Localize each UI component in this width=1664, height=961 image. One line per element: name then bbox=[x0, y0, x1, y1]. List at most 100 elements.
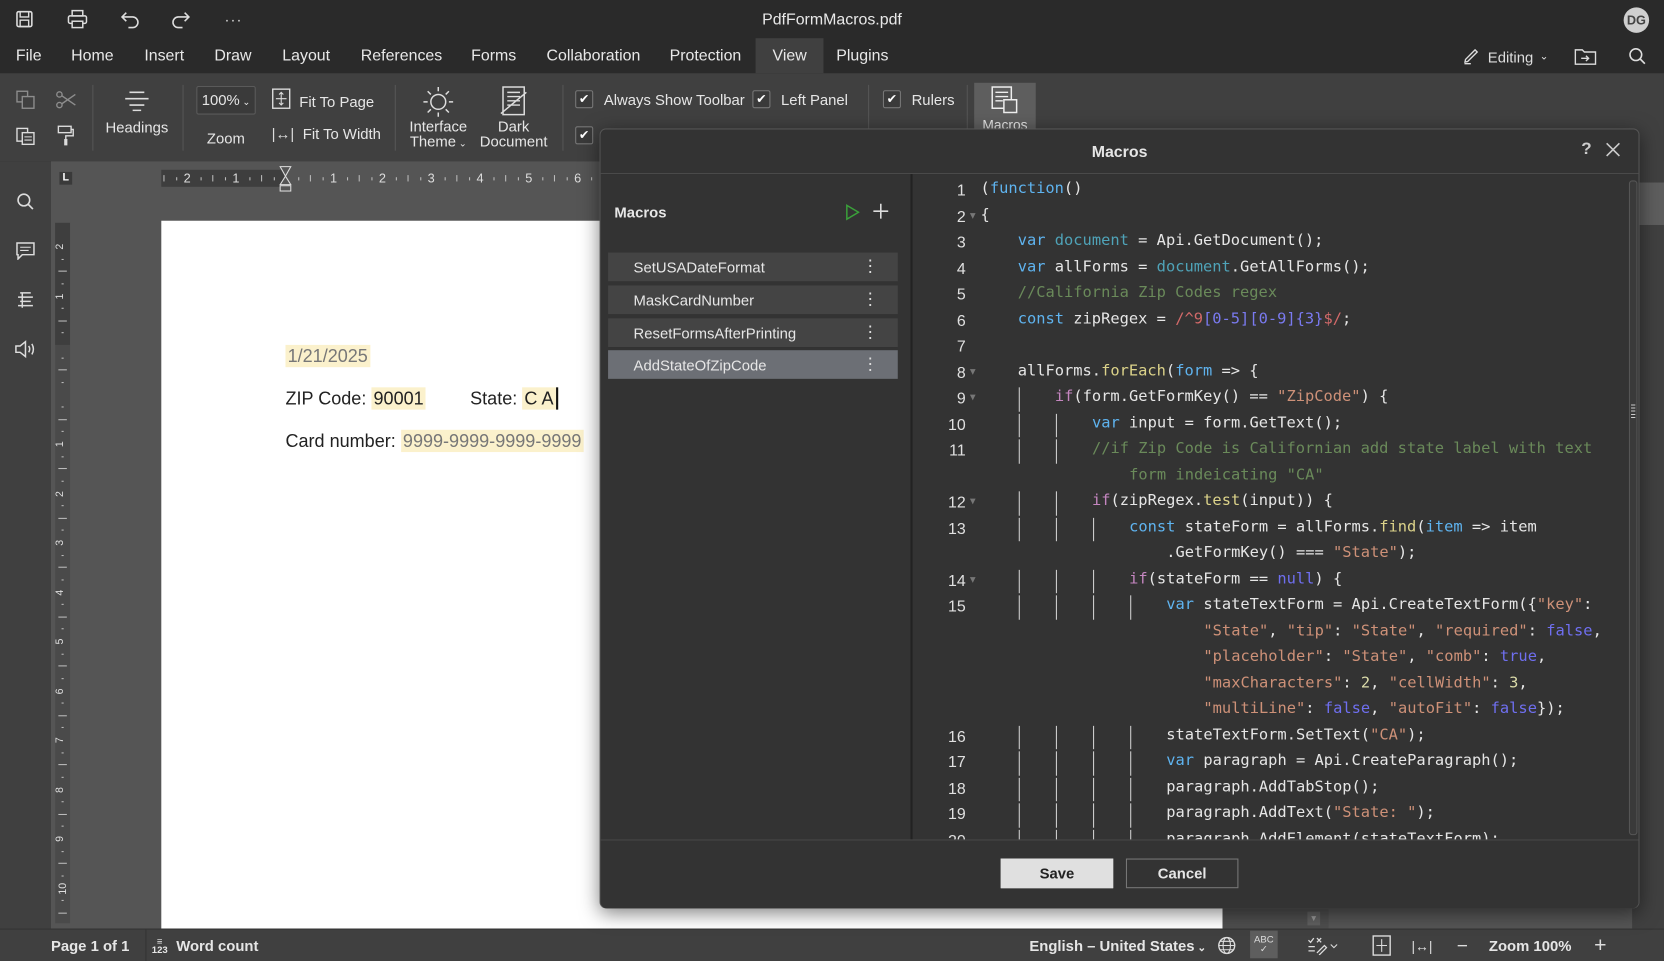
card-number-field[interactable]: 9999-9999-9999-9999 bbox=[400, 429, 584, 453]
code-line[interactable]: 11 //if Zip Code is Californian add state… bbox=[913, 437, 1620, 464]
word-count-button[interactable]: ≡ 123 Word count bbox=[152, 937, 259, 955]
macro-item-maskcardnumber[interactable]: MaskCardNumber ⋮ bbox=[608, 285, 898, 315]
state-field[interactable]: C A bbox=[522, 387, 558, 410]
tab-draw[interactable]: Draw bbox=[198, 38, 267, 73]
dark-document-button[interactable]: Dark Document bbox=[478, 85, 550, 151]
code-line[interactable]: "State", "tip": "State", "required": fal… bbox=[913, 619, 1620, 645]
tab-insert[interactable]: Insert bbox=[128, 38, 200, 73]
format-painter-icon[interactable] bbox=[55, 125, 76, 146]
code-line[interactable]: "placeholder": "State", "comb": true, bbox=[913, 645, 1620, 671]
code-line[interactable]: 4 var allForms = document.GetAllForms(); bbox=[913, 255, 1620, 281]
tab-plugins[interactable]: Plugins bbox=[820, 38, 904, 73]
code-line[interactable]: 2 ▼ { bbox=[913, 203, 1620, 229]
fold-arrow-icon[interactable]: ▼ bbox=[970, 575, 976, 586]
code-line[interactable]: 20 paragraph.AddElement(stateTextForm); bbox=[913, 827, 1620, 840]
code-line[interactable]: 17 var paragraph = Api.CreateParagraph(); bbox=[913, 749, 1620, 776]
more-options-icon[interactable]: ⋮ bbox=[862, 322, 879, 343]
code-line[interactable]: 8 ▼ allForms.forEach(form => { bbox=[913, 359, 1620, 385]
zoom-level[interactable]: Zoom 100% bbox=[1489, 937, 1572, 954]
tab-stop-selector[interactable]: L bbox=[59, 171, 73, 185]
run-macro-icon[interactable] bbox=[845, 204, 860, 226]
fit-width-status-icon[interactable]: |↔| bbox=[1406, 933, 1438, 958]
fold-arrow-icon[interactable]: ▼ bbox=[970, 211, 976, 222]
code-line[interactable]: .GetFormKey() === "State"); bbox=[913, 541, 1620, 567]
code-line[interactable]: 10 var input = form.GetText(); bbox=[913, 411, 1620, 438]
more-options-icon[interactable]: ⋮ bbox=[862, 289, 879, 310]
zoom-in-icon[interactable]: + bbox=[1588, 933, 1613, 958]
zoom-select[interactable]: 100% ⌄ bbox=[196, 85, 256, 115]
fit-page-status-icon[interactable] bbox=[1369, 933, 1394, 958]
speaker-icon[interactable] bbox=[13, 336, 38, 361]
zip-field[interactable]: 90001 bbox=[371, 387, 426, 410]
code-scrollbar[interactable] bbox=[1628, 180, 1638, 836]
cut-icon[interactable] bbox=[55, 89, 76, 110]
fit-to-page-button[interactable]: Fit To Page bbox=[272, 88, 374, 115]
tab-collaboration[interactable]: Collaboration bbox=[531, 38, 657, 73]
user-avatar[interactable]: DG bbox=[1623, 7, 1650, 33]
code-line[interactable]: "multiLine": false, "autoFit": false}); bbox=[913, 697, 1620, 723]
fit-to-width-button[interactable]: |↔| Fit To Width bbox=[272, 125, 381, 142]
help-icon[interactable]: ? bbox=[1581, 140, 1591, 159]
vertical-ruler[interactable]: 2 1 1 2 3 4 5 6 7 8 9 10 bbox=[54, 222, 71, 924]
fold-arrow-icon[interactable]: ▼ bbox=[970, 497, 976, 508]
search-icon[interactable] bbox=[1625, 44, 1650, 69]
horizontal-scrollbar[interactable]: ▼ bbox=[1222, 909, 1329, 929]
code-line[interactable]: 9 ▼ if(form.GetFormKey() == "ZipCode") { bbox=[913, 385, 1620, 412]
code-line[interactable]: 7 bbox=[913, 333, 1620, 359]
code-line[interactable]: 5 //California Zip Codes regex bbox=[913, 281, 1620, 307]
code-line[interactable]: 15 var stateTextForm = Api.CreateTextForm… bbox=[913, 593, 1620, 620]
page-indicator[interactable]: Page 1 of 1 bbox=[51, 937, 129, 954]
tab-references[interactable]: References bbox=[345, 38, 458, 73]
code-line[interactable]: "maxCharacters": 2, "cellWidth": 3, bbox=[913, 671, 1620, 697]
date-field[interactable]: 1/21/2025 bbox=[285, 344, 370, 368]
more-options-icon[interactable]: ⋮ bbox=[862, 353, 879, 374]
code-line[interactable]: 18 paragraph.AddTabStop(); bbox=[913, 775, 1620, 802]
fold-arrow-icon[interactable]: ▼ bbox=[970, 367, 976, 378]
code-line[interactable]: 16 stateTextForm.SetText("CA"); bbox=[913, 723, 1620, 750]
code-line[interactable]: form indeicating "CA" bbox=[913, 463, 1620, 489]
code-line[interactable]: 13 const stateForm = allForms.find(item =… bbox=[913, 515, 1620, 542]
code-line[interactable]: 14 ▼ if(stateForm == null) { bbox=[913, 567, 1620, 594]
tab-layout[interactable]: Layout bbox=[266, 38, 346, 73]
track-changes-icon[interactable] bbox=[1303, 933, 1341, 958]
code-editor[interactable]: 1 (function() 2 ▼ {3 var document = Api.GetDo… bbox=[912, 174, 1620, 840]
always-show-toolbar-checkbox[interactable]: ✔ Always Show Toolbar bbox=[575, 90, 745, 109]
headings-button[interactable]: Headings bbox=[103, 85, 171, 149]
language-select[interactable]: English – United States ⌄ bbox=[1029, 937, 1206, 954]
left-panel-checkbox[interactable]: ✔ Left Panel bbox=[752, 90, 848, 109]
code-line[interactable]: 3 var document = Api.GetDocument(); bbox=[913, 229, 1620, 255]
tab-forms[interactable]: Forms bbox=[455, 38, 532, 73]
code-line[interactable]: 12 ▼ if(zipRegex.test(input)) { bbox=[913, 489, 1620, 516]
status-bar-checkbox[interactable]: ✔ bbox=[575, 126, 594, 145]
zoom-out-icon[interactable]: − bbox=[1450, 933, 1475, 958]
indent-marker-icon[interactable] bbox=[279, 166, 292, 194]
macro-item-resetformsafterprinting[interactable]: ResetFormsAfterPrinting ⋮ bbox=[608, 318, 898, 348]
copy-icon[interactable] bbox=[15, 89, 36, 110]
tab-home[interactable]: Home bbox=[55, 38, 129, 73]
save-button[interactable]: Save bbox=[1000, 858, 1114, 889]
comments-icon[interactable] bbox=[13, 238, 38, 263]
add-macro-icon[interactable] bbox=[872, 203, 889, 225]
macro-item-addstateofzipcode[interactable]: AddStateOfZipCode ⋮ bbox=[608, 350, 898, 379]
tab-view[interactable]: View bbox=[755, 38, 824, 74]
macros-button[interactable]: Macros bbox=[974, 82, 1036, 130]
scroll-down-icon[interactable]: ▼ bbox=[1307, 911, 1321, 926]
horizontal-ruler[interactable]: 2 1 1 2 3 4 5 6 bbox=[161, 166, 607, 194]
more-options-icon[interactable]: ⋮ bbox=[862, 256, 879, 277]
macro-item-setusadateformat[interactable]: SetUSADateFormat ⋮ bbox=[608, 252, 898, 282]
close-icon[interactable] bbox=[1605, 141, 1622, 163]
editing-mode-button[interactable]: Editing ⌄ bbox=[1462, 46, 1549, 68]
globe-icon[interactable] bbox=[1214, 933, 1239, 958]
cancel-button[interactable]: Cancel bbox=[1125, 858, 1239, 889]
fold-arrow-icon[interactable]: ▼ bbox=[970, 393, 976, 404]
spellcheck-icon[interactable]: ABC ✓ bbox=[1250, 930, 1278, 959]
find-icon[interactable] bbox=[13, 189, 38, 214]
open-location-icon[interactable] bbox=[1573, 44, 1598, 69]
interface-theme-button[interactable]: Interface Theme ⌄ bbox=[404, 85, 472, 151]
rulers-checkbox[interactable]: ✔ Rulers bbox=[882, 90, 955, 109]
code-line[interactable]: 1 (function() bbox=[913, 177, 1620, 203]
navigation-icon[interactable] bbox=[13, 288, 38, 313]
tab-protection[interactable]: Protection bbox=[654, 38, 758, 73]
code-line[interactable]: 6 const zipRegex = /^9[0-5][0-9]{3}$/; bbox=[913, 307, 1620, 333]
code-line[interactable]: 19 paragraph.AddText("State: "); bbox=[913, 801, 1620, 828]
